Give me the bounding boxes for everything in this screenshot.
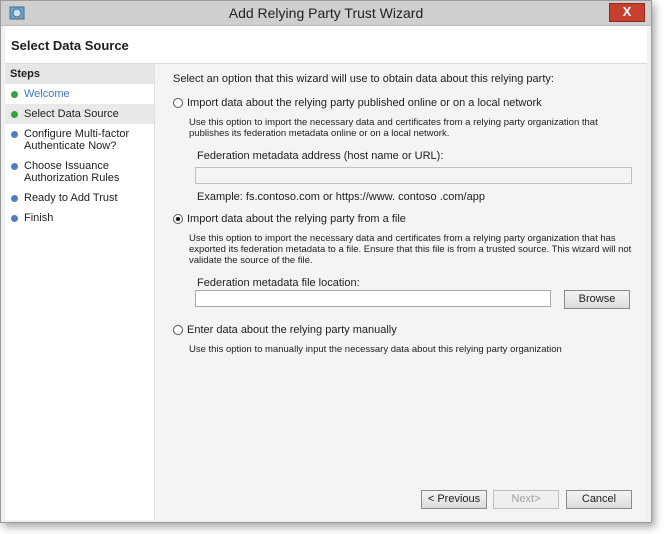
step-complete-icon bbox=[11, 91, 18, 98]
step-label: Choose Issuance Authorization Rules bbox=[24, 160, 120, 184]
step-label: Finish bbox=[24, 212, 54, 224]
step-pending-icon bbox=[11, 215, 18, 222]
steps-sidebar: Steps Welcome Select Data Source Configu… bbox=[5, 64, 155, 520]
wizard-window: Add Relying Party Trust Wizard X Select … bbox=[0, 0, 652, 523]
radio-label: Import data about the relying party publ… bbox=[187, 97, 542, 109]
option-description: Use this option to manually input the ne… bbox=[189, 344, 562, 355]
step-label: Welcome bbox=[24, 88, 70, 100]
instruction-text: Select an option that this wizard will u… bbox=[173, 73, 554, 85]
file-location-label: Federation metadata file location: bbox=[197, 277, 360, 289]
radio-label: Enter data about the relying party manua… bbox=[187, 324, 397, 336]
browse-button[interactable]: Browse bbox=[564, 290, 630, 309]
option-description: Use this option to import the necessary … bbox=[189, 233, 632, 266]
title-bar: Add Relying Party Trust Wizard X bbox=[1, 1, 651, 26]
radio-import-online[interactable]: Import data about the relying party publ… bbox=[173, 97, 542, 109]
step-finish: Finish bbox=[5, 208, 154, 228]
step-select-data-source: Select Data Source bbox=[5, 104, 154, 124]
close-icon: X bbox=[622, 4, 632, 19]
window-title: Add Relying Party Trust Wizard bbox=[228, 5, 424, 21]
radio-button[interactable] bbox=[173, 98, 183, 109]
step-pending-icon bbox=[11, 163, 18, 170]
step-configure-mfa: Configure Multi-factor Authenticate Now? bbox=[5, 124, 154, 156]
step-label: Ready to Add Trust bbox=[24, 192, 118, 204]
step-pending-icon bbox=[11, 131, 18, 138]
example-text: Example: fs.contoso.com or https://www. … bbox=[197, 191, 485, 203]
main-content: Select an option that this wizard will u… bbox=[155, 64, 647, 520]
cancel-button[interactable]: Cancel bbox=[566, 490, 632, 509]
radio-button[interactable] bbox=[173, 325, 183, 336]
radio-button[interactable] bbox=[173, 214, 183, 225]
step-issuance-rules: Choose Issuance Authorization Rules bbox=[5, 156, 154, 188]
step-label: Select Data Source bbox=[24, 108, 119, 120]
close-button[interactable]: X bbox=[609, 3, 645, 22]
radio-label: Import data about the relying party from… bbox=[187, 213, 406, 225]
option-description: Use this option to import the necessary … bbox=[189, 117, 598, 139]
radio-import-file[interactable]: Import data about the relying party from… bbox=[173, 213, 406, 225]
page-title: Select Data Source bbox=[11, 38, 129, 53]
previous-button[interactable]: < Previous bbox=[421, 490, 487, 509]
file-location-input[interactable] bbox=[195, 290, 551, 307]
steps-heading: Steps bbox=[5, 64, 154, 84]
step-label: Configure Multi-factor Authenticate Now? bbox=[24, 128, 130, 152]
step-ready-to-add: Ready to Add Trust bbox=[5, 188, 154, 208]
metadata-address-label: Federation metadata address (host name o… bbox=[197, 150, 444, 162]
step-pending-icon bbox=[11, 195, 18, 202]
page-header: Select Data Source bbox=[5, 26, 647, 64]
step-welcome[interactable]: Welcome bbox=[5, 84, 154, 104]
radio-enter-manually[interactable]: Enter data about the relying party manua… bbox=[173, 324, 397, 336]
metadata-address-input[interactable] bbox=[195, 167, 632, 184]
step-current-icon bbox=[11, 111, 18, 118]
next-button[interactable]: Next> bbox=[493, 490, 559, 509]
